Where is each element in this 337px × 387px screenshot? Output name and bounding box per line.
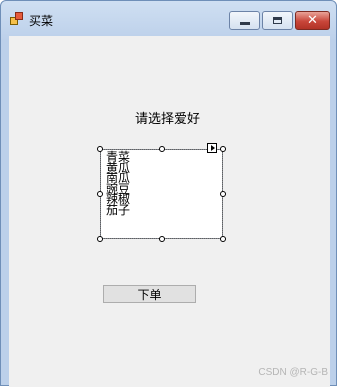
resize-handle-left[interactable] xyxy=(97,191,103,197)
resize-handle-bottom[interactable] xyxy=(159,236,165,242)
resize-handle-top-right[interactable] xyxy=(220,146,226,152)
form-client-area: 请选择爱好 青菜 黄瓜 南瓜 豌豆 辣椒 茄子 下单 xyxy=(9,36,330,387)
minimize-icon xyxy=(239,22,250,25)
resize-handle-bottom-right[interactable] xyxy=(220,236,226,242)
list-item[interactable]: 茄子 xyxy=(106,204,222,215)
resize-handle-top[interactable] xyxy=(159,146,165,152)
maximize-button[interactable] xyxy=(262,11,293,30)
close-icon: ✕ xyxy=(307,13,318,28)
app-window: 买菜 ✕ 请选择爱好 青菜 黄瓜 南瓜 豌豆 辣椒 茄子 下单 CSDN @R-… xyxy=(0,0,337,387)
close-button[interactable]: ✕ xyxy=(295,11,330,30)
minimize-button[interactable] xyxy=(229,11,260,30)
resize-handle-top-left[interactable] xyxy=(97,146,103,152)
prompt-label: 请选择爱好 xyxy=(135,112,201,127)
resize-handle-bottom-left[interactable] xyxy=(97,236,103,242)
resize-handle-right[interactable] xyxy=(220,191,226,197)
maximize-icon xyxy=(273,17,282,24)
watermark: CSDN @R-G-B xyxy=(258,367,328,378)
title-bar[interactable]: 买菜 ✕ xyxy=(1,1,336,35)
listbox-items: 青菜 黄瓜 南瓜 豌豆 辣椒 茄子 xyxy=(101,150,222,215)
smart-tag-arrow-icon[interactable] xyxy=(207,143,217,153)
hobby-listbox[interactable]: 青菜 黄瓜 南瓜 豌豆 辣椒 茄子 xyxy=(100,149,223,239)
window-title: 买菜 xyxy=(29,14,54,28)
order-button[interactable]: 下单 xyxy=(103,285,196,303)
app-icon[interactable] xyxy=(10,12,23,25)
